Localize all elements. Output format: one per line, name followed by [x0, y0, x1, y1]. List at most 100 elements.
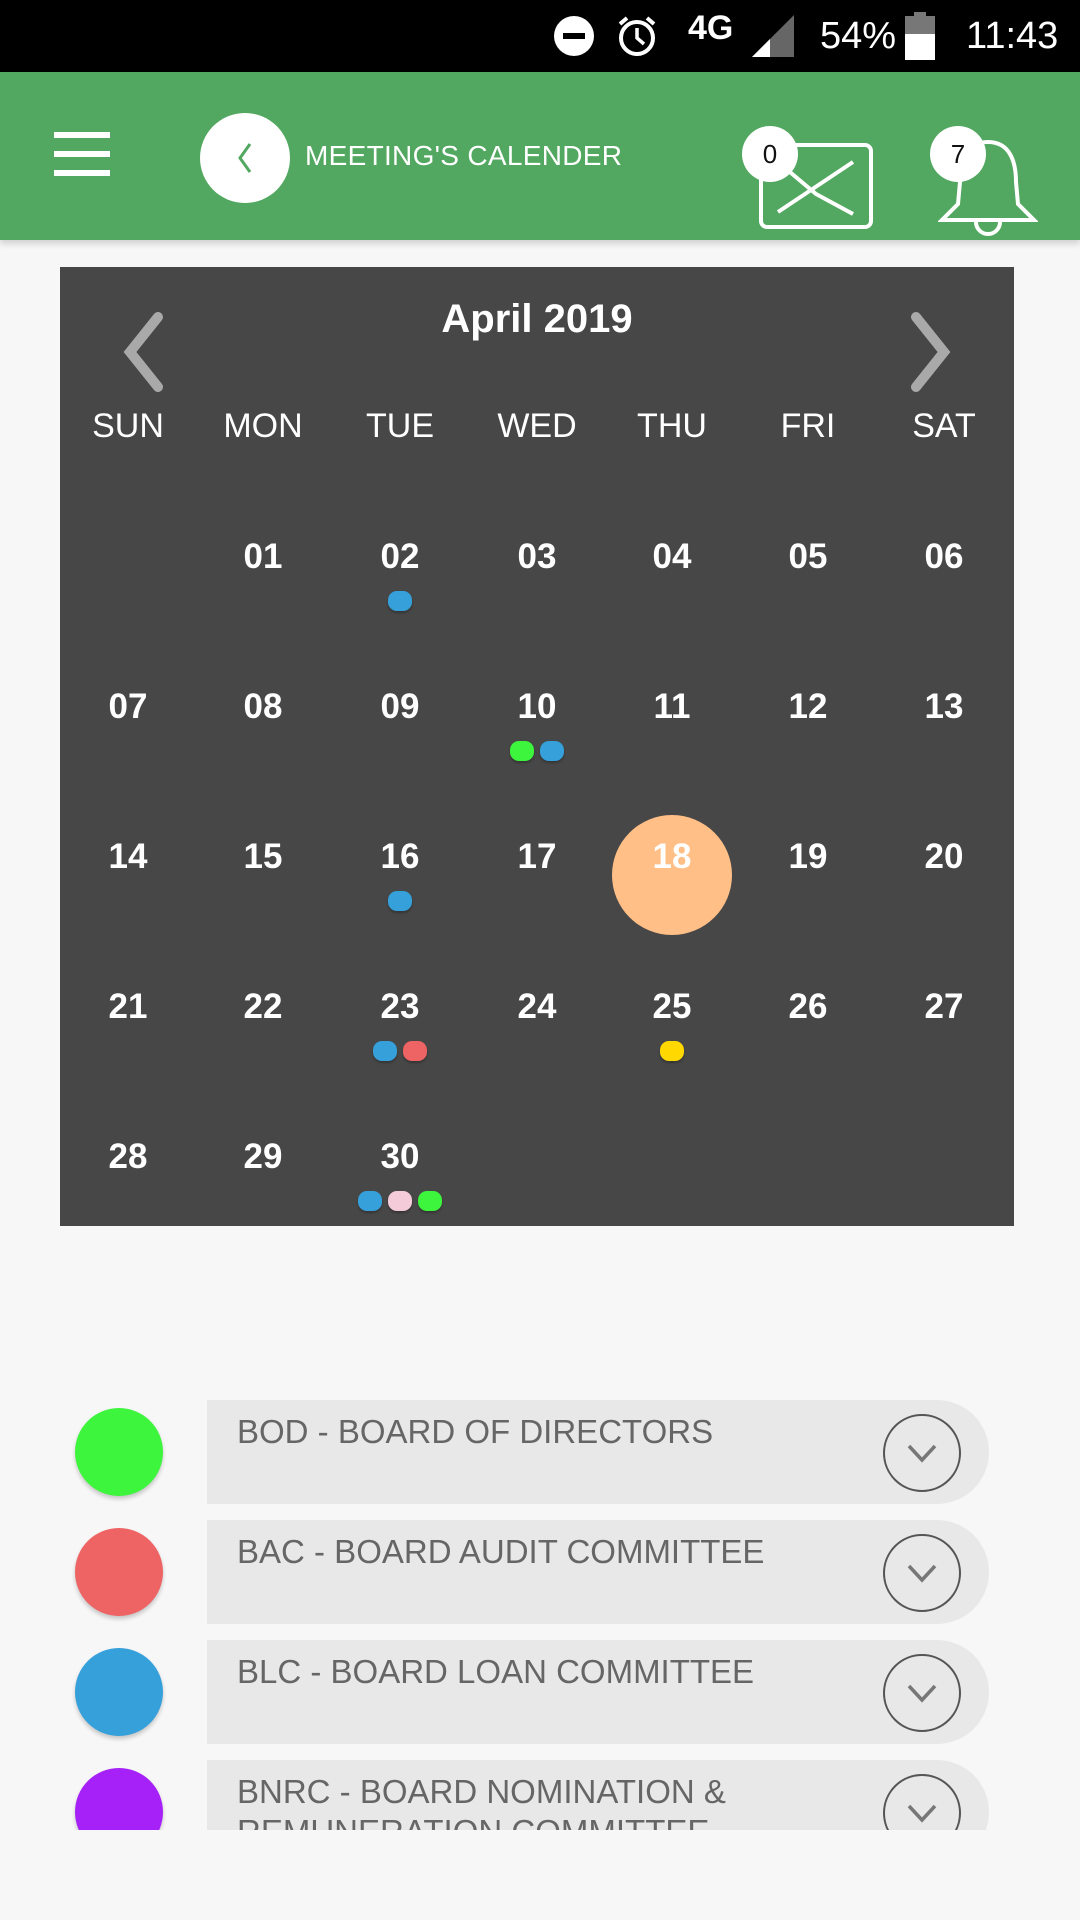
battery-icon	[905, 0, 935, 72]
day-cell[interactable]: 06	[884, 529, 1004, 649]
expand-button[interactable]	[883, 1534, 961, 1612]
menu-icon-line	[54, 170, 110, 176]
day-number: 18	[652, 837, 692, 876]
alarm-icon	[614, 0, 660, 72]
event-dot-bod	[510, 741, 534, 761]
expand-button[interactable]	[883, 1774, 961, 1830]
day-cell[interactable]: 29	[203, 1129, 323, 1249]
do-not-disturb-icon	[552, 0, 596, 72]
day-number: 13	[924, 687, 964, 726]
event-dot-blc	[358, 1191, 382, 1211]
event-dot-blc	[388, 591, 412, 611]
day-cell[interactable]: 16	[340, 829, 460, 949]
event-dots	[477, 741, 597, 761]
committee-legend: BOD - BOARD OF DIRECTORS BAC - BOARD AUDI…	[0, 1400, 1080, 1830]
weekday-mon: MON	[223, 407, 303, 445]
day-cell[interactable]: 21	[68, 979, 188, 1099]
day-number: 30	[380, 1137, 420, 1176]
day-cell[interactable]: 28	[68, 1129, 188, 1249]
weekday-tue: TUE	[366, 407, 434, 445]
event-dot-blc	[388, 891, 412, 911]
event-dots	[340, 1041, 460, 1061]
status-bar: 4G 54% 11:43	[0, 0, 1080, 72]
mail-badge: 0	[742, 126, 798, 182]
day-cell[interactable]: 20	[884, 829, 1004, 949]
notifications-button[interactable]: 7	[928, 102, 1068, 242]
event-dots	[612, 1041, 732, 1061]
day-cell[interactable]: 22	[203, 979, 323, 1099]
chevron-down-icon	[907, 1684, 937, 1703]
legend-card[interactable]: BAC - BOARD AUDIT COMMITTEE	[207, 1520, 989, 1624]
day-cell[interactable]: 03	[477, 529, 597, 649]
legend-item: BLC - BOARD LOAN COMMITTEE	[0, 1640, 1080, 1744]
day-number: 14	[108, 837, 148, 876]
legend-color-swatch	[75, 1768, 163, 1830]
day-number: 10	[517, 687, 557, 726]
clock: 11:43	[966, 14, 1059, 57]
mail-button[interactable]: 0	[742, 102, 882, 242]
chevron-down-icon	[907, 1444, 937, 1463]
event-dot-bod	[418, 1191, 442, 1211]
day-number: 07	[108, 687, 148, 726]
day-cell[interactable]: 18	[612, 815, 732, 949]
legend-card[interactable]: BLC - BOARD LOAN COMMITTEE	[207, 1640, 989, 1744]
day-cell[interactable]: 07	[68, 679, 188, 799]
menu-icon	[54, 132, 110, 138]
signal-icon	[750, 0, 796, 72]
day-cell[interactable]: 30	[340, 1129, 460, 1249]
day-cell[interactable]: 10	[477, 679, 597, 799]
day-number: 22	[243, 987, 283, 1026]
day-cell[interactable]: 09	[340, 679, 460, 799]
day-cell[interactable]: 13	[884, 679, 1004, 799]
day-number: 12	[788, 687, 828, 726]
day-number: 28	[108, 1137, 148, 1176]
day-cell[interactable]: 25	[612, 979, 732, 1099]
event-dot-bac	[403, 1041, 427, 1061]
day-cell[interactable]: 19	[748, 829, 868, 949]
legend-item: BAC - BOARD AUDIT COMMITTEE	[0, 1520, 1080, 1624]
legend-card[interactable]: BOD - BOARD OF DIRECTORS	[207, 1400, 989, 1504]
day-number: 23	[380, 987, 420, 1026]
day-cell[interactable]: 08	[203, 679, 323, 799]
day-cell[interactable]: 11	[612, 679, 732, 799]
day-cell[interactable]: 02	[340, 529, 460, 649]
day-cell[interactable]: 05	[748, 529, 868, 649]
day-cell[interactable]: 27	[884, 979, 1004, 1099]
day-number: 11	[653, 687, 691, 726]
chevron-right-icon	[911, 312, 951, 392]
weekday-wed: WED	[497, 407, 577, 445]
expand-button[interactable]	[883, 1654, 961, 1732]
event-dots	[340, 891, 460, 911]
day-cell[interactable]: 01	[203, 529, 323, 649]
day-number: 25	[652, 987, 692, 1026]
day-cell[interactable]: 26	[748, 979, 868, 1099]
day-cell[interactable]: 24	[477, 979, 597, 1099]
expand-button[interactable]	[883, 1414, 961, 1492]
day-number: 02	[380, 537, 420, 576]
day-cell[interactable]: 04	[612, 529, 732, 649]
legend-label: BAC - BOARD AUDIT COMMITTEE	[237, 1533, 765, 1570]
day-number: 05	[788, 537, 828, 576]
day-cell[interactable]: 23	[340, 979, 460, 1099]
page-title: MEETING'S CALENDER	[305, 140, 623, 171]
day-cell[interactable]: 15	[203, 829, 323, 949]
event-dots	[340, 591, 460, 611]
back-button[interactable]	[200, 113, 290, 203]
day-number: 29	[243, 1137, 283, 1176]
legend-card[interactable]: BNRC - BOARD NOMINATION & REMUNERATION C…	[207, 1760, 989, 1830]
menu-button[interactable]	[54, 132, 112, 176]
day-cell[interactable]: 17	[477, 829, 597, 949]
day-number: 26	[788, 987, 828, 1026]
chevron-down-icon	[907, 1564, 937, 1583]
day-number: 15	[243, 837, 283, 876]
battery-percent: 54%	[820, 14, 897, 57]
network-type: 4G	[688, 8, 734, 47]
next-month-button[interactable]	[898, 307, 958, 397]
legend-color-swatch	[75, 1408, 163, 1496]
day-number: 20	[924, 837, 964, 876]
day-cell[interactable]: 14	[68, 829, 188, 949]
day-number: 19	[788, 837, 828, 876]
day-number: 03	[517, 537, 557, 576]
weekday-sat: SAT	[912, 407, 976, 445]
day-cell[interactable]: 12	[748, 679, 868, 799]
